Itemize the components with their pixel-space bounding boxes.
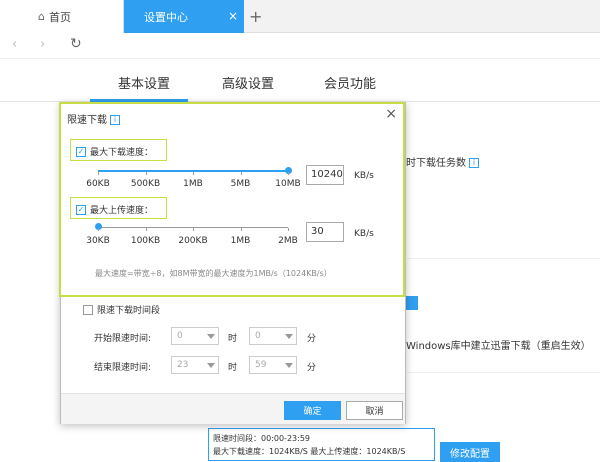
status-speeds: 最大下载速度：1024KB/S 最大上传速度：1024KB/S [213, 447, 406, 456]
start-time-label: 开始限速时间: [94, 334, 152, 344]
tab-member-features[interactable]: 会员功能 [324, 73, 376, 92]
checkbox-checked-icon: ✓ [76, 204, 86, 215]
max-upload-label: 最大上传速度： [90, 206, 154, 216]
chevron-down-icon [285, 334, 293, 339]
upload-tick [193, 228, 194, 231]
dialog-title-text: 限速下载 [67, 115, 107, 126]
download-tick [288, 172, 289, 175]
end-hour-select[interactable]: 23 [171, 356, 219, 374]
upload-tick-label: 100KB [130, 236, 161, 246]
tab-basic-settings[interactable]: 基本设置 [118, 73, 170, 92]
download-tick-label: 60KB [86, 179, 110, 189]
schedule-label: 限速下载时间段 [97, 306, 161, 316]
close-tab-icon[interactable]: × [228, 9, 238, 23]
download-tick-label: 10MB [275, 179, 301, 189]
ok-button[interactable]: 确定 [284, 401, 341, 420]
task-count-text: 时下载任务数 [406, 158, 466, 169]
download-tick [145, 172, 147, 175]
tab-settings-center[interactable]: 设置中心 × [124, 0, 244, 33]
task-count-label: 时下载任务数 i [406, 154, 479, 169]
back-icon[interactable]: ‹ [12, 37, 17, 52]
divider [407, 372, 600, 373]
download-tick [193, 172, 194, 175]
end-minute-value: 59 [255, 360, 267, 370]
info-icon[interactable]: i [110, 115, 120, 125]
start-minute-select[interactable]: 0 [249, 327, 297, 345]
download-tick-label: 1MB [183, 179, 203, 189]
tab-bar: ⌂ 首页 设置中心 × + [0, 0, 600, 33]
section-tabs: 基本设置 高级设置 会员功能 [0, 60, 600, 102]
dialog-footer: 确定 取消 [61, 393, 405, 424]
minute-unit: 分 [307, 363, 317, 373]
close-icon[interactable]: × [385, 106, 397, 122]
windows-library-label: Windows库中建立迅雷下载（重启生效） [406, 341, 591, 352]
reload-icon[interactable]: ↻ [70, 36, 82, 52]
upload-tick-label: 30KB [86, 236, 110, 246]
chevron-down-icon [285, 363, 293, 368]
max-download-label: 最大下载速度： [90, 148, 154, 158]
speed-limit-status: 限速时间段：00:00-23:59 最大下载速度：1024KB/S 最大上传速度… [208, 428, 435, 461]
chevron-down-icon [207, 334, 215, 339]
checkbox-checked-icon: ✓ [76, 146, 86, 157]
upload-tick [288, 228, 289, 231]
start-hour-select[interactable]: 0 [171, 327, 219, 345]
dialog-title: 限速下载 i [67, 111, 120, 126]
speed-hint: 最大速度=带宽÷8，如8M带宽的最大速度为1MB/s（1024KB/s） [95, 269, 332, 278]
upload-tick-label: 200KB [178, 236, 208, 246]
hour-unit: 时 [228, 363, 238, 373]
upload-unit: KB/s [354, 229, 374, 239]
add-tab-icon[interactable]: + [249, 7, 262, 26]
minute-unit: 分 [307, 334, 317, 344]
start-minute-value: 0 [255, 331, 261, 341]
download-tick-label: 5MB [230, 179, 251, 189]
download-tick [240, 172, 242, 175]
tab-advanced-settings[interactable]: 高级设置 [222, 73, 274, 92]
chevron-down-icon [207, 363, 215, 368]
cancel-button[interactable]: 取消 [346, 401, 403, 420]
nav-bar: ‹ › ↻ [0, 33, 600, 59]
upload-tick [145, 228, 147, 231]
end-hour-value: 23 [177, 360, 189, 370]
upload-tick-label: 2MB [278, 236, 298, 246]
info-icon[interactable]: i [469, 158, 479, 168]
status-time-range: 限速时间段：00:00-23:59 [213, 434, 310, 443]
download-tick [98, 172, 99, 175]
upload-tick [98, 228, 99, 231]
tab-home-label: 首页 [48, 10, 71, 24]
download-unit: KB/s [354, 171, 374, 181]
schedule-checkbox[interactable]: 限速下载时间段 [83, 303, 160, 316]
hour-unit: 时 [228, 334, 238, 344]
upload-tick [240, 228, 242, 231]
home-icon: ⌂ [38, 10, 45, 23]
end-minute-select[interactable]: 59 [249, 356, 297, 374]
max-upload-input[interactable]: 30 [306, 222, 344, 242]
end-time-label: 结束限速时间: [94, 363, 152, 373]
divider [407, 258, 600, 259]
tab-settings-label: 设置中心 [144, 10, 188, 24]
start-hour-value: 0 [177, 331, 183, 341]
modify-config-button[interactable]: 修改配置 [440, 442, 500, 462]
download-tick-label: 500KB [130, 179, 161, 189]
upload-tick-label: 1MB [230, 236, 251, 246]
max-upload-checkbox[interactable]: ✓ 最大上传速度： [76, 203, 153, 216]
checkbox-unchecked-icon [83, 304, 93, 315]
max-download-checkbox[interactable]: ✓ 最大下载速度： [76, 145, 153, 158]
max-download-input[interactable]: 10240 [306, 165, 344, 185]
tab-home[interactable]: ⌂ 首页 [0, 0, 124, 33]
forward-icon[interactable]: › [40, 37, 45, 52]
speed-limit-dialog: 限速下载 i × ✓ 最大下载速度： 60KB 500KB 1MB 5MB 10MB 10… [60, 102, 406, 424]
